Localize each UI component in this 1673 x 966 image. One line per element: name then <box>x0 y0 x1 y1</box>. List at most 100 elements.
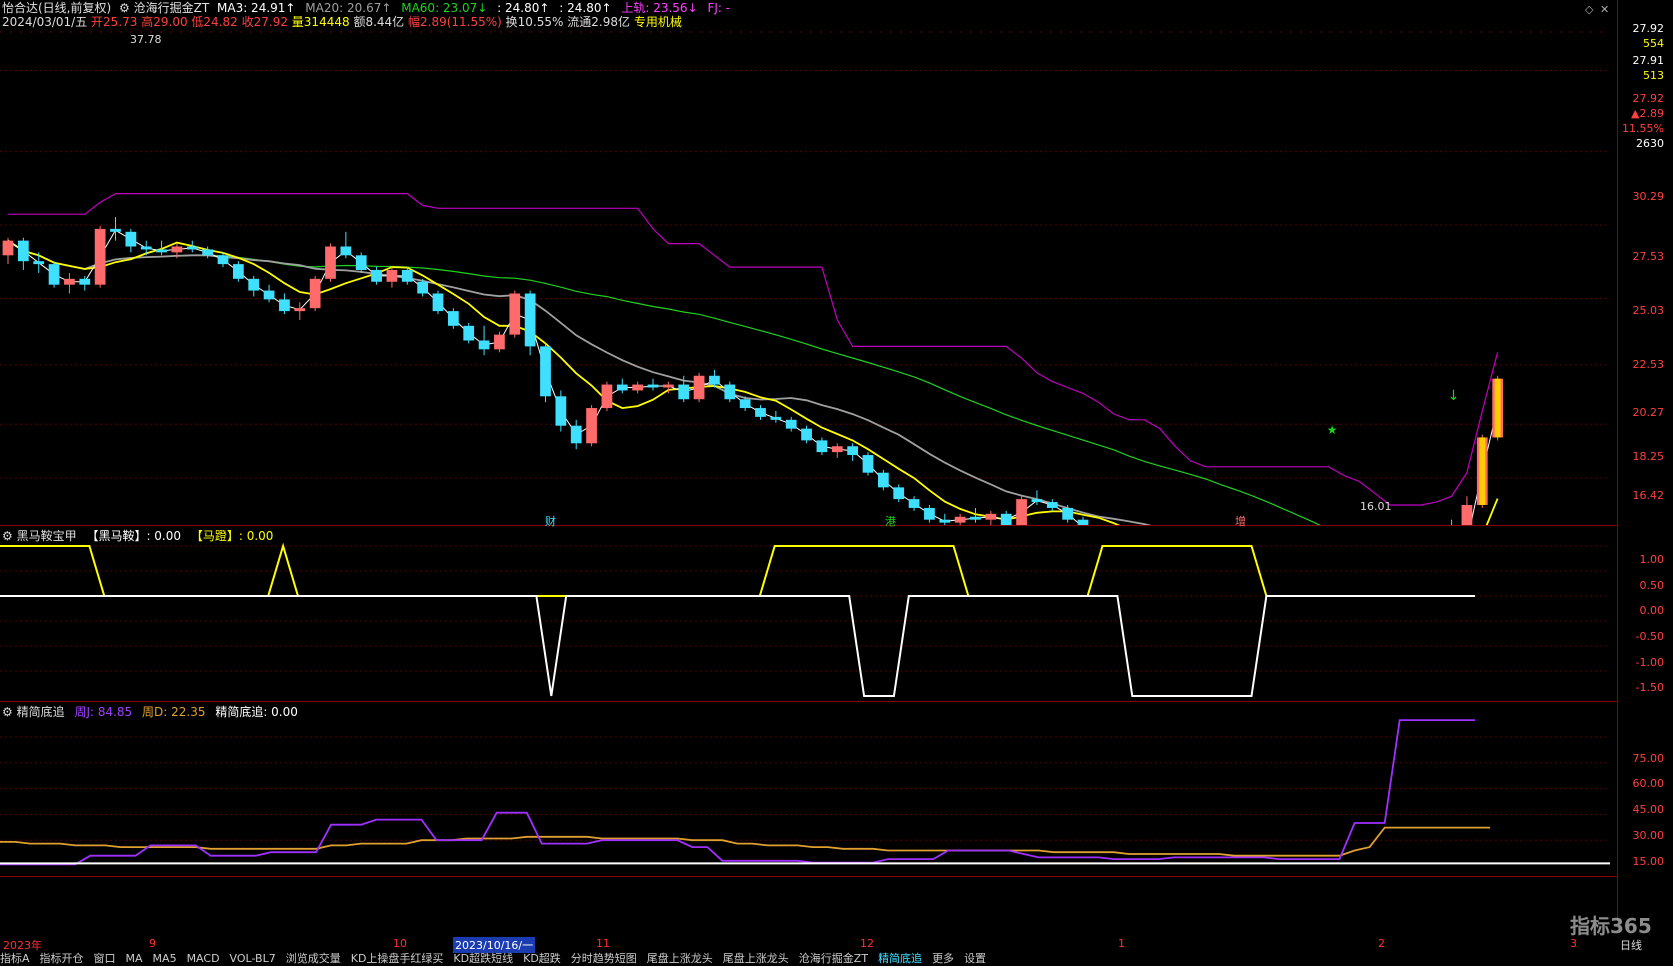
candle-body <box>386 270 398 282</box>
candle-body <box>586 408 597 444</box>
x-label: 9 <box>149 937 156 950</box>
candle-body <box>801 428 812 441</box>
info-v8: 2630 <box>1636 137 1664 150</box>
candle-body <box>371 270 382 282</box>
candle-body <box>524 293 536 347</box>
candle-body <box>847 446 859 456</box>
low-mark: 16.01 <box>1360 500 1392 513</box>
candle-body <box>48 264 60 285</box>
candle-body <box>79 278 91 285</box>
info-v6: ▲2.89 <box>1631 107 1664 120</box>
ma-yellow-line <box>7 239 1499 525</box>
candle-body <box>816 440 828 453</box>
candle-body <box>355 255 367 270</box>
candle-body <box>877 472 889 488</box>
y-tick: 18.25 <box>1632 450 1665 463</box>
candle-body <box>156 249 167 253</box>
candle-body <box>954 516 966 523</box>
candle-body <box>17 240 29 262</box>
indicator-tabs: 指标A 指标开仓 窗口 MA MA5 MACD VOL-BL7 浏览成交量 KD上操盘手红绿买 K… <box>0 950 996 966</box>
y-tick: -1.50 <box>1635 681 1664 694</box>
candle-body <box>939 519 951 523</box>
y-tick: 1.00 <box>1639 553 1665 566</box>
y-tick: 30.00 <box>1632 829 1665 842</box>
candle-body <box>1031 499 1043 503</box>
candle-body <box>893 487 905 500</box>
tab-12[interactable]: 尾盘上涨龙头 <box>647 952 713 965</box>
candle-body <box>755 408 766 417</box>
x-label: 2 <box>1378 937 1385 950</box>
bottom-tracker-chart[interactable] <box>0 702 1610 876</box>
star-icon: ★ <box>1327 423 1338 437</box>
y-tick: 22.53 <box>1632 358 1665 371</box>
x-label: 10 <box>393 937 407 950</box>
candle-body <box>325 246 336 279</box>
signal-bar <box>1479 437 1486 505</box>
candle-body <box>555 396 567 426</box>
saddle-indicator-chart[interactable] <box>0 526 1610 701</box>
candle-body <box>125 231 137 247</box>
tab-4[interactable]: MA5 <box>153 952 177 965</box>
y-tick: 75.00 <box>1632 752 1665 765</box>
y-tick: 30.29 <box>1632 190 1665 203</box>
candle-body <box>110 228 121 232</box>
candle-body <box>709 375 720 385</box>
tab-10[interactable]: KD超跌 <box>523 952 561 965</box>
x-label: 12 <box>860 937 874 950</box>
info-v2: 554 <box>1643 37 1664 50</box>
y-tick: 45.00 <box>1632 803 1665 816</box>
candle-body <box>463 325 475 341</box>
tab-5[interactable]: MACD <box>187 952 220 965</box>
tab-7[interactable]: 浏览成交量 <box>286 952 341 965</box>
tab-0[interactable]: 指标A <box>0 952 30 965</box>
candle-body <box>2 240 14 256</box>
tab-11[interactable]: 分时趋势短图 <box>571 952 637 965</box>
candle-body <box>831 446 843 453</box>
candle-body <box>279 299 290 312</box>
tab-1[interactable]: 指标开仓 <box>40 952 84 965</box>
tab-3[interactable]: MA <box>126 952 143 965</box>
candle-body <box>693 375 705 400</box>
candlestick-chart[interactable]: ↓★ <box>0 0 1610 525</box>
ma60-line <box>7 240 1321 525</box>
y-tick: -0.50 <box>1635 630 1664 643</box>
info-v3: 27.91 <box>1632 54 1665 67</box>
candle-body <box>985 513 997 520</box>
tab-9[interactable]: KD超跌短线 <box>453 952 513 965</box>
tab-2[interactable]: 窗口 <box>94 952 116 965</box>
candle-body <box>417 281 429 294</box>
candle-body <box>770 416 782 420</box>
candle-body <box>739 399 751 409</box>
y-tick: 25.03 <box>1632 304 1665 317</box>
candle-body <box>248 278 260 291</box>
week-d-line <box>0 826 1491 857</box>
candle-body <box>1000 513 1012 525</box>
down-arrow-icon: ↓ <box>1448 388 1460 404</box>
x-label: 1 <box>1118 937 1125 950</box>
tab-15[interactable]: 精简底追 <box>878 952 922 965</box>
candle-body <box>294 308 306 312</box>
y-tick: 27.53 <box>1632 250 1665 263</box>
tab-16[interactable]: 更多 <box>932 952 954 965</box>
y-tick: 15.00 <box>1632 855 1665 868</box>
tab-13[interactable]: 尾盘上涨龙头 <box>723 952 789 965</box>
candle-body <box>94 228 106 285</box>
info-v5: 27.92 <box>1632 92 1665 105</box>
candle-body <box>1062 507 1074 520</box>
tab-14[interactable]: 沧海行掘金ZT <box>799 952 868 965</box>
candle-body <box>540 346 551 397</box>
ma3-line <box>7 229 1499 525</box>
tab-8[interactable]: KD上操盘手红绿买 <box>351 952 444 965</box>
candle-body <box>1046 502 1058 508</box>
candle-body <box>908 499 920 508</box>
period-label[interactable]: 日线 <box>1620 937 1642 953</box>
info-v4: 513 <box>1643 69 1664 82</box>
candle-body <box>862 455 874 473</box>
candle-body <box>217 255 229 265</box>
axis-divider <box>0 876 1618 877</box>
candle-body <box>494 334 505 350</box>
tab-17[interactable]: 设置 <box>964 952 986 965</box>
y-tick: 16.42 <box>1632 489 1665 502</box>
week-j-line <box>0 719 1475 866</box>
tab-6[interactable]: VOL-BL7 <box>230 952 276 965</box>
